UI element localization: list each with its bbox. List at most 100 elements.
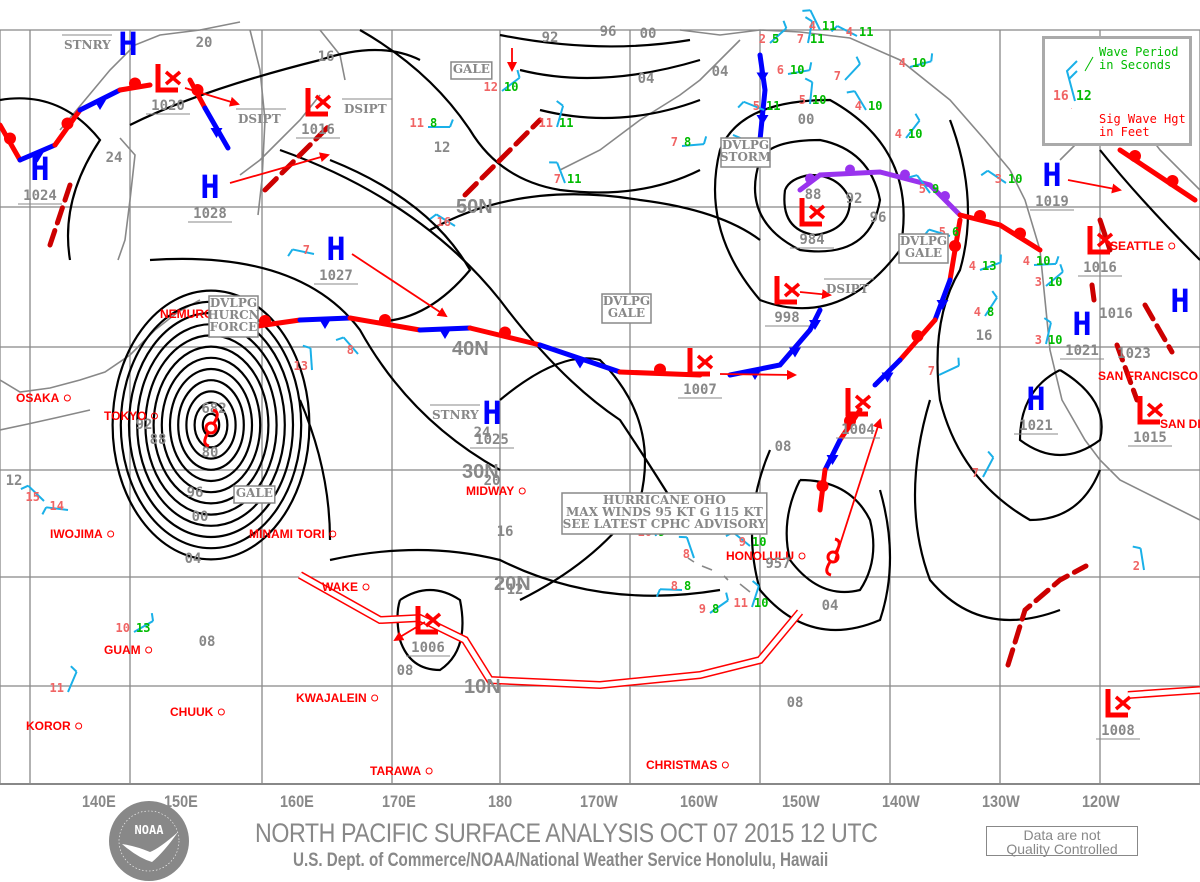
wave-observation: 6 10 xyxy=(777,63,805,77)
central-pressure: 1015 xyxy=(1133,430,1167,446)
lon-label: 170E xyxy=(382,792,416,812)
wave-period: 11 xyxy=(766,99,780,113)
isobar-label: 08 xyxy=(775,439,792,455)
page-title: NORTH PACIFIC SURFACE ANALYSIS OCT 07 20… xyxy=(255,818,877,849)
legend-example-height: 16 xyxy=(1053,90,1069,103)
station-name: TARAWA xyxy=(370,764,421,778)
wave-period: 10 xyxy=(790,63,804,77)
isobar-label: 88 xyxy=(805,187,822,203)
wave-observation: 410 xyxy=(899,56,927,70)
isobar-label: 92 xyxy=(846,191,863,207)
wave-period: 10 xyxy=(1036,254,1050,268)
station-name: SEATTLE xyxy=(1110,239,1164,253)
wave-height: 5 xyxy=(919,182,926,196)
wave-observation: 14 xyxy=(50,499,64,513)
occluded-front-bump xyxy=(805,174,815,184)
station-name: GUAM xyxy=(104,643,141,657)
central-pressure: 1024 xyxy=(23,188,57,204)
warning-tag: GALE xyxy=(451,62,492,79)
wind-barb-feather xyxy=(802,10,810,11)
station-name: IWOJIMA xyxy=(50,527,103,541)
wave-height: 11 xyxy=(539,116,553,130)
lon-label: 150W xyxy=(782,792,820,812)
occluded-front-bump xyxy=(845,165,855,175)
isobar-label: 16 xyxy=(976,328,993,344)
isobar-label: 08 xyxy=(397,663,414,679)
wave-observation: 910 xyxy=(739,535,767,549)
isobar-label: 92 xyxy=(542,30,559,46)
isobar-label: 08 xyxy=(787,695,804,711)
pressure-label: 1023 xyxy=(1117,346,1151,362)
wave-period: 10 xyxy=(812,93,826,107)
wave-observation: 16 xyxy=(437,215,451,229)
warm-front-bump xyxy=(379,314,391,326)
station-name: WAKE xyxy=(322,580,358,594)
lon-label: 180 xyxy=(488,792,512,812)
pressure-label: 957 xyxy=(765,556,790,572)
station-name: MIDWAY xyxy=(466,484,514,498)
warning-tag-text: SEE LATEST CPHC ADVISORY xyxy=(563,517,767,531)
warm-front-bump xyxy=(62,118,74,130)
surface-tag: STNRY xyxy=(62,35,112,52)
quality-notice-line1: Data are not xyxy=(987,828,1137,842)
warning-tag: DVLPGSTORM xyxy=(720,138,771,167)
high-symbol-icon: H xyxy=(118,25,137,63)
legend-sig-wave-label: Sig Wave Hgt in Feet xyxy=(1099,113,1186,139)
isobar-label: 88 xyxy=(150,432,167,448)
noaa-logo-text: NOAA xyxy=(135,823,165,837)
wind-barb-feather xyxy=(931,53,932,61)
warning-tag-text: STORM xyxy=(720,150,771,164)
wave-height: 7 xyxy=(928,364,935,378)
isobar-label: 16 xyxy=(318,49,335,65)
warning-tag: GALE xyxy=(234,486,275,503)
warm-front-bump xyxy=(499,327,511,339)
wave-height: 14 xyxy=(50,499,64,513)
wave-height: 8 xyxy=(671,579,678,593)
warm-front-bump xyxy=(1014,228,1026,240)
isobar-label: 24 xyxy=(106,150,123,166)
quality-notice-line2: Quality Controlled xyxy=(987,842,1137,856)
central-pressure: 1007 xyxy=(683,382,717,398)
lon-label: 120W xyxy=(1082,792,1120,812)
wave-height: 6 xyxy=(777,63,784,77)
quality-notice: Data are not Quality Controlled xyxy=(986,826,1138,856)
station: MINAMI TORI xyxy=(249,527,336,541)
pressure-label: 1016 xyxy=(1099,306,1133,322)
wave-height: 3 xyxy=(995,172,1002,186)
central-pressure: 984 xyxy=(799,232,824,248)
central-pressure: 1021 xyxy=(1065,343,1099,359)
warning-tag: DVLPGGALE xyxy=(899,234,948,263)
wave-height: 9 xyxy=(699,602,706,616)
wave-observation: 510 xyxy=(799,93,827,107)
high-symbol-icon: H xyxy=(1072,305,1091,343)
surface-tag: STNRY xyxy=(430,405,480,422)
station-name: KWAJALEIN xyxy=(296,691,367,705)
station-name: SAN DIEGO xyxy=(1160,417,1200,431)
wind-barb-feather xyxy=(847,91,855,92)
lon-label: 140W xyxy=(882,792,920,812)
wave-height: 2 xyxy=(759,32,766,46)
isobar-label: 00 xyxy=(798,112,815,128)
wave-observation: 118 xyxy=(410,116,438,130)
central-pressure: 1019 xyxy=(1035,194,1069,210)
wave-period: 10 xyxy=(1048,275,1062,289)
isobar-label: 04 xyxy=(638,71,655,87)
wave-observation: 8 xyxy=(683,547,690,561)
wave-period: 13 xyxy=(982,259,996,273)
wave-height: 7 xyxy=(303,243,310,257)
wave-period: 8 xyxy=(430,116,437,130)
wave-height: 7 xyxy=(671,135,678,149)
warm-front-bump xyxy=(974,210,986,222)
warm-front-bump xyxy=(259,315,271,327)
wave-period: 11 xyxy=(822,19,836,33)
wave-height: 7 xyxy=(797,32,804,46)
wave-height: 3 xyxy=(1035,333,1042,347)
isobar-label: 96 xyxy=(600,24,617,40)
wave-period: 10 xyxy=(752,535,766,549)
warning-tag: DVLPGGALE xyxy=(602,294,651,323)
surface-tag-text: DSIPT xyxy=(826,282,869,296)
wave-height: 8 xyxy=(347,343,354,357)
lat-label: 30N xyxy=(462,461,499,483)
wave-observation: 410 xyxy=(1023,254,1051,268)
wave-observation: 413 xyxy=(969,259,997,273)
